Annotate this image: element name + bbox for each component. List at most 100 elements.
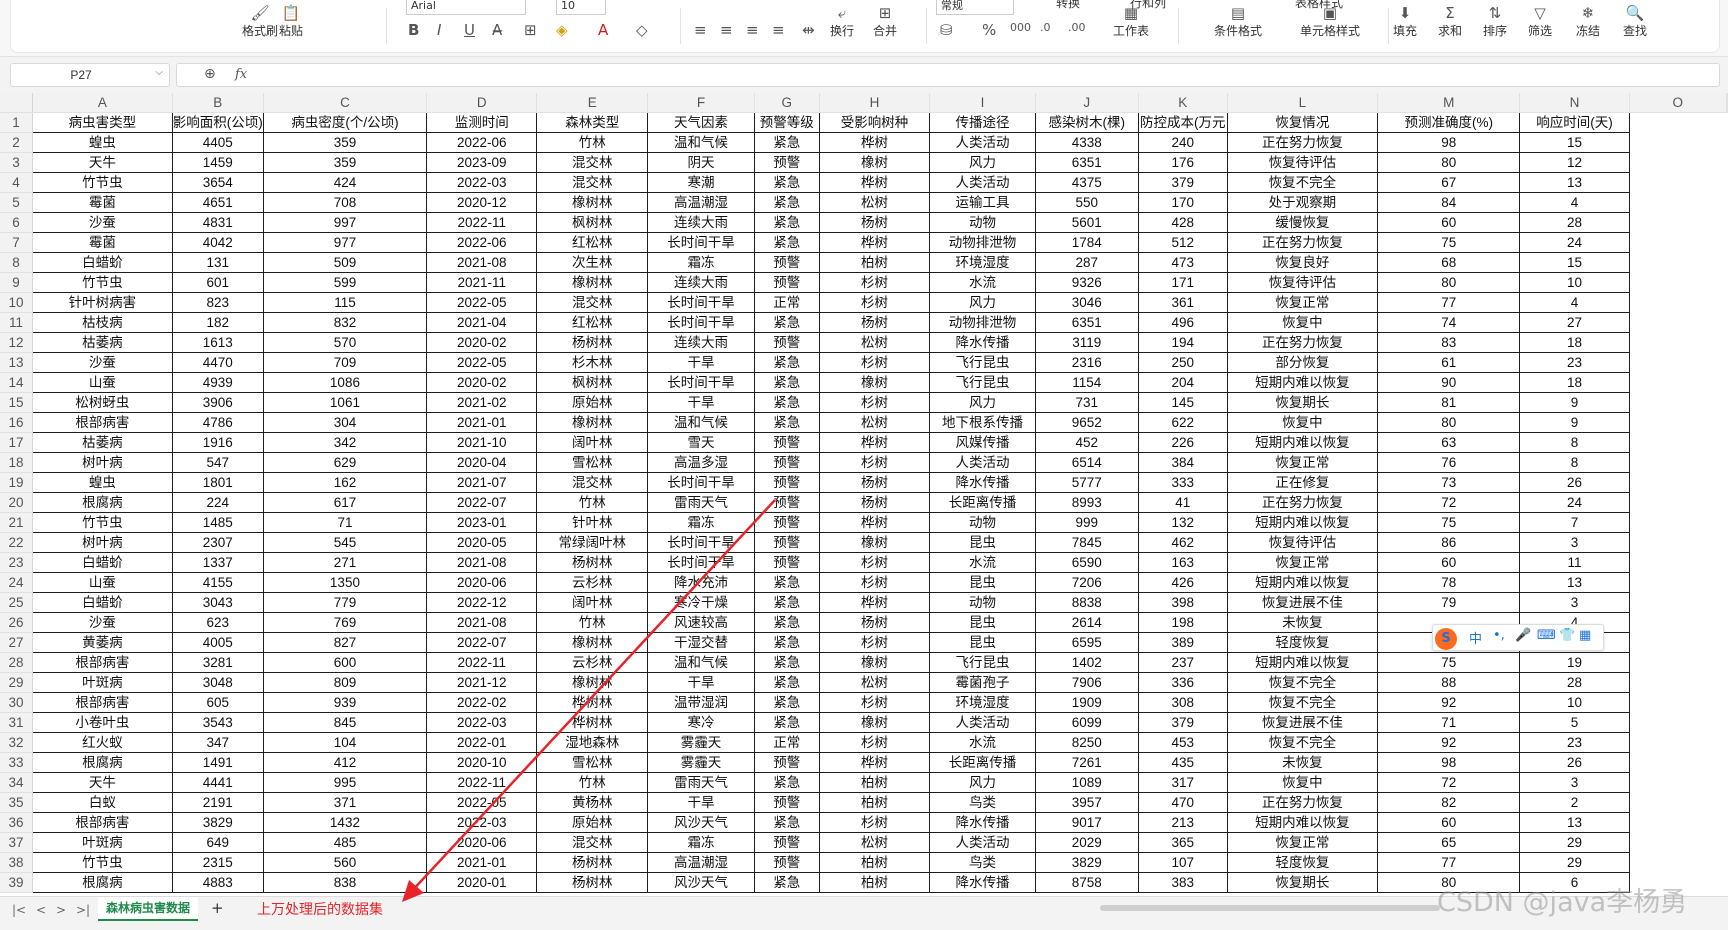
row-header[interactable]: 10 (0, 292, 33, 313)
table-cell[interactable]: 29 (1519, 852, 1630, 873)
table-cell[interactable]: 混交林 (536, 292, 649, 313)
table-cell[interactable]: 496 (1137, 312, 1228, 333)
table-cell[interactable]: 橡树林 (536, 632, 649, 653)
table-cell[interactable]: 高温潮湿 (647, 192, 755, 213)
table-cell[interactable]: 风沙天气 (647, 872, 755, 893)
table-cell[interactable]: 紧急 (753, 812, 820, 833)
table-cell[interactable]: 橡树林 (536, 192, 649, 213)
table-cell[interactable]: 65 (1377, 832, 1521, 853)
table-cell[interactable]: 沙蚕 (31, 352, 173, 373)
table-cell[interactable] (1727, 133, 1728, 153)
table-cell[interactable]: 90 (1377, 372, 1521, 393)
table-cell[interactable]: 霉菌 (31, 232, 173, 253)
table-cell[interactable]: 短期内难以恢复 (1226, 512, 1379, 533)
table-cell[interactable]: 1337 (171, 552, 264, 573)
table-cell[interactable]: 1402 (1034, 652, 1139, 673)
table-cell[interactable]: 长距离传播 (929, 752, 1036, 773)
table-cell[interactable]: 3043 (171, 592, 264, 613)
table-cell[interactable]: 304 (262, 412, 428, 433)
table-cell[interactable]: 2022-02 (426, 692, 538, 713)
table-cell[interactable]: 紧急 (753, 392, 820, 413)
name-box[interactable]: P27 ⌵ (10, 63, 170, 87)
strikethrough-icon[interactable]: A̶ (492, 21, 502, 39)
table-cell[interactable]: 正在努力恢复 (1226, 232, 1379, 253)
table-cell[interactable]: 997 (262, 212, 428, 233)
table-cell[interactable] (1727, 473, 1728, 493)
table-cell[interactable]: 2021-10 (426, 432, 538, 453)
table-cell[interactable]: 1061 (262, 392, 428, 413)
table-cell[interactable]: 132 (1137, 512, 1228, 533)
table-cell[interactable]: 452 (1034, 432, 1139, 453)
table-cell[interactable]: 紧急 (753, 372, 820, 393)
ribbon-button-3[interactable]: ⊞ 合并 (873, 4, 897, 39)
table-cell[interactable] (1628, 312, 1727, 333)
table-cell[interactable]: 2022-12 (426, 592, 538, 613)
table-cell[interactable]: 71 (1377, 712, 1521, 733)
table-cell[interactable]: 枫树林 (536, 372, 649, 393)
table-cell[interactable]: 2020-02 (426, 372, 538, 393)
table-cell[interactable]: 杉树 (818, 572, 931, 593)
table-cell[interactable]: 379 (1137, 172, 1228, 193)
table-cell[interactable]: 3 (1519, 592, 1630, 613)
table-cell[interactable]: 人类活动 (929, 452, 1036, 473)
table-cell[interactable]: 823 (171, 292, 264, 313)
table-cell[interactable]: 342 (262, 432, 428, 453)
table-cell[interactable]: 2021-04 (426, 312, 538, 333)
table-cell[interactable] (1628, 592, 1727, 613)
table-cell[interactable]: 75 (1377, 652, 1521, 673)
table-cell[interactable] (1727, 693, 1728, 713)
table-cell[interactable]: 939 (262, 692, 428, 713)
table-cell[interactable]: 317 (1137, 772, 1228, 793)
row-header[interactable]: 4 (0, 172, 33, 193)
table-style-label[interactable]: 表格样式 (1295, 0, 1343, 11)
header-cell[interactable]: 预测准确度(%) (1377, 112, 1521, 133)
table-cell[interactable] (1727, 153, 1728, 173)
table-cell[interactable] (1628, 272, 1727, 293)
table-cell[interactable]: 622 (1137, 412, 1228, 433)
table-cell[interactable]: 6590 (1034, 552, 1139, 573)
table-cell[interactable]: 194 (1137, 332, 1228, 353)
table-cell[interactable]: 恢复不完全 (1226, 672, 1379, 693)
table-cell[interactable]: 2021-01 (426, 852, 538, 873)
table-cell[interactable]: 干旱 (647, 792, 755, 813)
table-cell[interactable]: 杉树 (818, 292, 931, 313)
first-sheet-icon[interactable]: |< (12, 903, 26, 917)
table-cell[interactable]: 松树 (818, 412, 931, 433)
table-cell[interactable]: 连续大雨 (647, 212, 755, 233)
align-right-icon[interactable]: ≡ (746, 21, 759, 39)
table-cell[interactable]: 风力 (929, 772, 1036, 793)
table-cell[interactable] (1628, 332, 1727, 353)
row-header[interactable]: 35 (0, 792, 33, 813)
row-header[interactable]: 14 (0, 372, 33, 393)
table-cell[interactable]: 预警 (753, 512, 820, 533)
table-cell[interactable]: 23 (1519, 352, 1630, 373)
table-cell[interactable]: 9 (1519, 412, 1630, 433)
table-cell[interactable]: 605 (171, 692, 264, 713)
table-cell[interactable]: 2020-12 (426, 192, 538, 213)
table-cell[interactable]: 竹林 (536, 132, 649, 153)
font-color-icon[interactable]: A (598, 21, 608, 39)
table-cell[interactable]: 224 (171, 492, 264, 513)
table-cell[interactable]: 降水传播 (929, 472, 1036, 493)
table-cell[interactable]: 2021-08 (426, 252, 538, 273)
table-cell[interactable]: 5777 (1034, 472, 1139, 493)
table-cell[interactable]: 松树 (818, 192, 931, 213)
table-cell[interactable]: 18 (1519, 332, 1630, 353)
table-cell[interactable]: 正在努力恢复 (1226, 792, 1379, 813)
table-cell[interactable]: 鸟类 (929, 852, 1036, 873)
table-cell[interactable]: 371 (262, 792, 428, 813)
table-cell[interactable] (1727, 193, 1728, 213)
table-cell[interactable]: 紧急 (753, 132, 820, 153)
table-cell[interactable] (1727, 293, 1728, 313)
data-table[interactable]: ABCDEFGHIJKLMNO 1 病虫害类型 影响面积(公顷) 病虫密度(个/公顷)… (0, 93, 1728, 893)
table-cell[interactable]: 1801 (171, 472, 264, 493)
table-cell[interactable]: 预警 (753, 432, 820, 453)
table-cell[interactable]: 649 (171, 832, 264, 853)
table-cell[interactable]: 红松林 (536, 312, 649, 333)
table-cell[interactable]: 67 (1377, 172, 1521, 193)
table-cell[interactable] (1727, 373, 1728, 393)
table-cell[interactable]: 2021-07 (426, 472, 538, 493)
row-header[interactable]: 31 (0, 712, 33, 733)
row-header[interactable]: 8 (0, 252, 33, 273)
table-cell[interactable]: 2021-02 (426, 392, 538, 413)
